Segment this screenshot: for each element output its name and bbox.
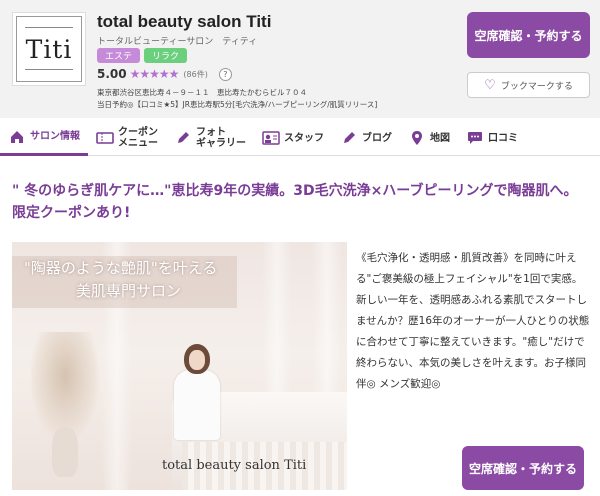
- salon-hero-image: "陶器のような艶肌"を叶える 美肌専門サロン total beauty salo…: [12, 242, 347, 490]
- tab-map-label: 地図: [430, 132, 450, 144]
- logo-ornament-bottom: [25, 69, 73, 75]
- reserve-button-top[interactable]: 空席確認・予約する: [467, 12, 590, 58]
- reserve-button-bottom[interactable]: 空席確認・予約する: [462, 446, 584, 490]
- help-icon[interactable]: ?: [218, 67, 232, 81]
- catch-copy: " 冬のゆらぎ肌ケアに…"恵比寿9年の実績。3D毛穴洗浄×ハーブピーリングで陶器…: [12, 183, 578, 221]
- tab-map[interactable]: 地図: [400, 120, 458, 156]
- home-icon: [8, 128, 26, 146]
- tab-salon-info-label: サロン情報: [30, 131, 80, 142]
- tag-relax: リラク: [144, 48, 188, 63]
- ticket-icon: [96, 129, 114, 147]
- salon-address: 東京都渋谷区恵比寿４－９－１１ 恵比寿たかむらビル７０４: [97, 88, 307, 97]
- tab-reviews-label: 口コミ: [488, 132, 518, 144]
- pen-icon: [174, 129, 192, 147]
- salon-logo: Titi: [12, 12, 86, 86]
- logo-ornament-top: [25, 27, 73, 33]
- tab-staff[interactable]: スタッフ: [254, 120, 332, 156]
- logo-frame: Titi: [16, 16, 82, 82]
- pampas-grass-decoration: [30, 332, 100, 442]
- salon-header: Titi total beauty salon Titi トータルビューティーサ…: [0, 0, 600, 118]
- bookmark-label: ブックマークする: [500, 81, 573, 92]
- salon-access: 当日予約◎【口コミ★5】JR恵比寿駅5分[毛穴洗浄/ハーブピーリング/肌質リリー…: [97, 100, 378, 109]
- tab-salon-info[interactable]: サロン情報: [0, 120, 88, 156]
- tab-blog[interactable]: ブログ: [332, 120, 400, 156]
- vase-decoration: [52, 427, 78, 477]
- genre-tags: エステ リラク: [97, 48, 188, 63]
- logo-text: Titi: [25, 34, 73, 64]
- heart-icon: ♡: [484, 77, 496, 93]
- tab-reviews[interactable]: 口コミ: [458, 120, 526, 156]
- salon-kana: トータルビューティーサロン ティティ: [97, 37, 258, 47]
- tab-staff-label: スタッフ: [284, 132, 324, 144]
- staff-icon: [262, 129, 280, 147]
- therapist-face: [189, 350, 205, 370]
- tab-coupon-menu[interactable]: クーポン メニュー: [88, 120, 166, 156]
- map-pin-icon: [408, 129, 426, 147]
- rating: 5.00 ★★★★★ (86件) ?: [97, 67, 232, 81]
- tag-esthe: エステ: [97, 48, 141, 63]
- tab-photo-gallery-label: フォト ギャラリー: [196, 127, 246, 149]
- salon-nav: サロン情報 クーポン メニュー フォト ギャラリー スタッフ ブログ 地図 口コ…: [0, 120, 600, 156]
- salon-name: total beauty salon Titi: [97, 12, 272, 31]
- salon-address-block: 東京都渋谷区恵比寿４－９－１１ 恵比寿たかむらビル７０４ 当日予約◎【口コミ★5…: [97, 87, 377, 111]
- hero-subtitle: 美肌専門サロン: [76, 282, 182, 300]
- star-rating-icon: ★★★★★: [129, 67, 180, 81]
- salon-description: 《毛穴浄化・透明感・肌質改善》を同時に叶える"ご褒美級の極上フェイシャル"を1回…: [356, 252, 590, 390]
- hero-brand-text: total beauty salon Titi: [162, 458, 307, 473]
- review-count-link[interactable]: (86件): [183, 69, 207, 80]
- tab-blog-label: ブログ: [362, 132, 392, 144]
- therapist-figure: [174, 370, 220, 440]
- tab-photo-gallery[interactable]: フォト ギャラリー: [166, 120, 254, 156]
- hero-title: "陶器のような艶肌"を叶える: [24, 259, 218, 277]
- bookmark-button[interactable]: ♡ ブックマークする: [467, 72, 590, 98]
- rating-score: 5.00: [97, 67, 127, 81]
- pencil-icon: [340, 129, 358, 147]
- tab-coupon-menu-label: クーポン メニュー: [118, 127, 158, 149]
- chat-icon: [466, 129, 484, 147]
